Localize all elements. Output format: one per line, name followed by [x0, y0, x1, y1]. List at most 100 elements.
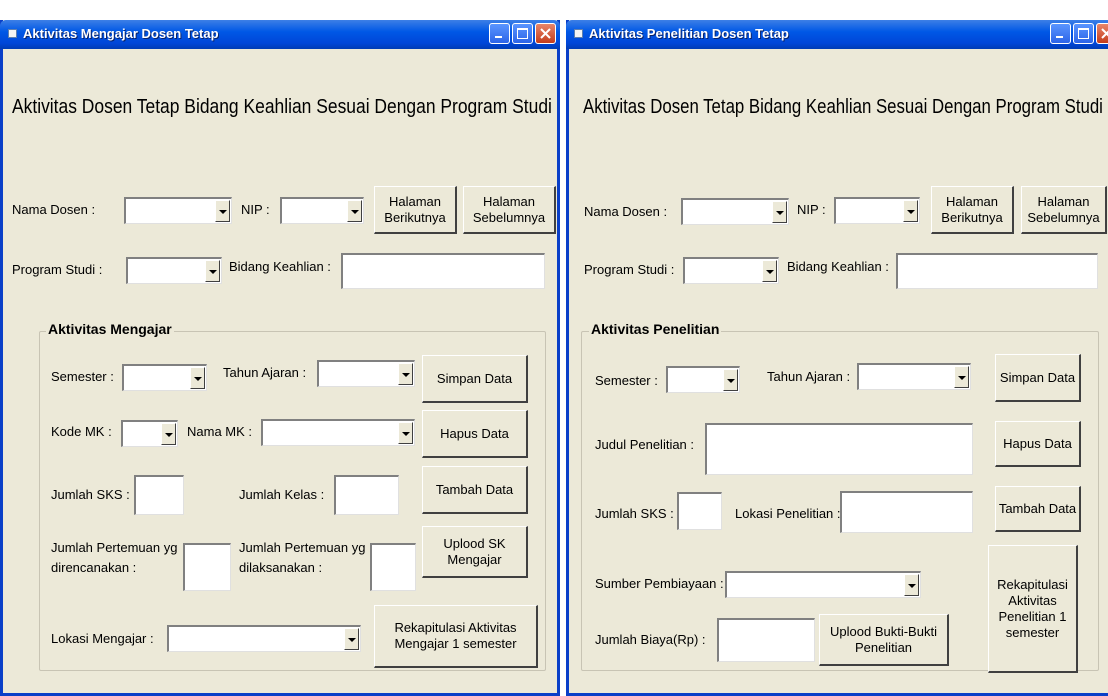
chevron-down-icon[interactable] [398, 422, 413, 444]
halaman-sebelumnya-button[interactable]: Halaman Sebelumnya [1021, 186, 1107, 234]
semester-combo[interactable] [666, 366, 740, 393]
button-label: Hapus Data [440, 425, 509, 441]
jumlah-kelas-field[interactable] [334, 475, 399, 515]
label-line: Jumlah Pertemuan yg [51, 540, 178, 555]
nama-dosen-combo[interactable] [124, 197, 232, 224]
hapus-data-button[interactable]: Hapus Data [422, 410, 528, 458]
jumlah-kelas-label: Jumlah Kelas : [239, 487, 325, 502]
semester-label: Semester : [595, 373, 658, 388]
halaman-berikutnya-button[interactable]: Halaman Berikutnya [374, 186, 457, 234]
button-label: Uplood Bukti-Bukti [830, 623, 937, 639]
maximize-button[interactable] [512, 23, 533, 44]
button-label: Mengajar 1 semester [394, 636, 517, 651]
uplood-bukti-penelitian-button[interactable]: Uplood Bukti-Bukti Penelitian [819, 614, 949, 666]
chevron-down-icon[interactable] [205, 260, 220, 282]
lokasi-penelitian-label: Lokasi Penelitian : [735, 506, 841, 521]
kode-mk-label: Kode MK : [51, 424, 112, 439]
frame-title: Aktivitas Penelitian [589, 321, 722, 337]
pertemuan-dilaksanakan-field[interactable] [370, 543, 416, 591]
hapus-data-button[interactable]: Hapus Data [995, 421, 1081, 467]
page-heading: Aktivitas Dosen Tetap Bidang Keahlian Se… [583, 96, 1103, 118]
window-title: Aktivitas Penelitian Dosen Tetap [589, 26, 789, 41]
chevron-down-icon[interactable] [190, 367, 205, 389]
minimize-button[interactable] [489, 23, 510, 44]
nip-label: NIP : [241, 202, 270, 217]
tahun-ajaran-combo[interactable] [857, 363, 971, 390]
semester-label: Semester : [51, 369, 114, 384]
button-label: Aktivitas [1008, 592, 1057, 608]
chevron-down-icon[interactable] [344, 628, 359, 650]
button-label: Halaman [945, 193, 999, 209]
button-label: Halaman [388, 193, 442, 209]
program-studi-label: Program Studi : [12, 262, 103, 277]
button-label: Penelitian [854, 639, 913, 655]
pertemuan-direncanakan-label: Jumlah Pertemuan yg direncanakan : [51, 538, 177, 578]
nama-mk-label: Nama MK : [187, 424, 253, 439]
rekapitulasi-mengajar-button[interactable]: Rekapitulasi Aktivitas Mengajar 1 semest… [374, 605, 538, 668]
chevron-down-icon[interactable] [762, 260, 777, 282]
halaman-berikutnya-button[interactable]: Halaman Berikutnya [931, 186, 1014, 234]
tambah-data-button[interactable]: Tambah Data [422, 466, 528, 514]
label-line: direncanakan : [51, 560, 137, 575]
chevron-down-icon[interactable] [954, 366, 969, 388]
lokasi-mengajar-combo[interactable] [167, 625, 361, 652]
program-studi-combo[interactable] [683, 257, 779, 284]
tahun-ajaran-combo[interactable] [317, 360, 415, 387]
bidang-keahlian-field[interactable] [341, 253, 545, 289]
program-studi-combo[interactable] [126, 257, 222, 284]
chevron-down-icon[interactable] [904, 574, 919, 596]
chevron-down-icon[interactable] [723, 369, 738, 391]
nip-combo[interactable] [834, 197, 920, 224]
pertemuan-direncanakan-field[interactable] [183, 543, 231, 591]
judul-penelitian-field[interactable] [705, 423, 973, 475]
minimize-button[interactable] [1050, 23, 1071, 44]
simpan-data-button[interactable]: Simpan Data [995, 354, 1081, 402]
chevron-down-icon[interactable] [398, 363, 413, 385]
nip-combo[interactable] [280, 197, 364, 224]
page-heading: Aktivitas Dosen Tetap Bidang Keahlian Se… [12, 96, 552, 118]
maximize-button[interactable] [1073, 23, 1094, 44]
chevron-down-icon[interactable] [161, 423, 176, 445]
app-icon [574, 29, 583, 38]
nama-mk-combo[interactable] [261, 419, 415, 446]
maximize-icon [517, 28, 528, 39]
chevron-down-icon[interactable] [215, 200, 230, 222]
frame-title: Aktivitas Mengajar [46, 321, 174, 337]
chevron-down-icon[interactable] [903, 200, 918, 222]
button-label: Simpan Data [999, 369, 1076, 385]
window-aktivitas-mengajar: Aktivitas Mengajar Dosen Tetap Aktivitas… [0, 20, 560, 696]
tambah-data-button[interactable]: Tambah Data [995, 486, 1081, 532]
simpan-data-button[interactable]: Simpan Data [422, 355, 528, 403]
button-label: Mengajar [447, 551, 502, 567]
chevron-down-icon[interactable] [347, 200, 362, 222]
button-label: Penelitian 1 [998, 608, 1067, 624]
window-title: Aktivitas Mengajar Dosen Tetap [23, 26, 219, 41]
bidang-keahlian-field[interactable] [896, 253, 1098, 289]
button-label: Halaman [482, 193, 536, 209]
lokasi-mengajar-label: Lokasi Mengajar : [51, 631, 154, 646]
kode-mk-combo[interactable] [121, 420, 178, 447]
button-label: Simpan Data [436, 370, 513, 386]
bidang-keahlian-label: Bidang Keahlian : [787, 259, 889, 274]
jumlah-sks-field[interactable] [134, 475, 184, 515]
bidang-keahlian-label: Bidang Keahlian : [229, 259, 331, 274]
title-bar[interactable]: Aktivitas Penelitian Dosen Tetap [566, 20, 1108, 49]
halaman-sebelumnya-button[interactable]: Halaman Sebelumnya [463, 186, 556, 234]
program-studi-label: Program Studi : [584, 262, 675, 277]
chevron-down-icon[interactable] [772, 201, 787, 223]
judul-penelitian-label: Judul Penelitian : [595, 437, 695, 452]
button-label: Tambah Data [435, 481, 514, 497]
close-button[interactable] [1096, 23, 1108, 44]
nama-dosen-combo[interactable] [681, 198, 789, 225]
close-button[interactable] [535, 23, 556, 44]
semester-combo[interactable] [122, 364, 207, 391]
sumber-pembiayaan-combo[interactable] [725, 571, 921, 598]
jumlah-biaya-field[interactable] [717, 618, 815, 662]
title-bar[interactable]: Aktivitas Mengajar Dosen Tetap [0, 20, 560, 49]
uplood-sk-mengajar-button[interactable]: Uplood SK Mengajar [422, 526, 528, 578]
rekapitulasi-penelitian-button[interactable]: Rekapitulasi Aktivitas Penelitian 1 seme… [988, 545, 1078, 673]
jumlah-sks-field[interactable] [677, 492, 722, 530]
button-label: semester [1005, 624, 1060, 640]
lokasi-penelitian-field[interactable] [840, 491, 973, 533]
tahun-ajaran-label: Tahun Ajaran : [223, 365, 307, 380]
